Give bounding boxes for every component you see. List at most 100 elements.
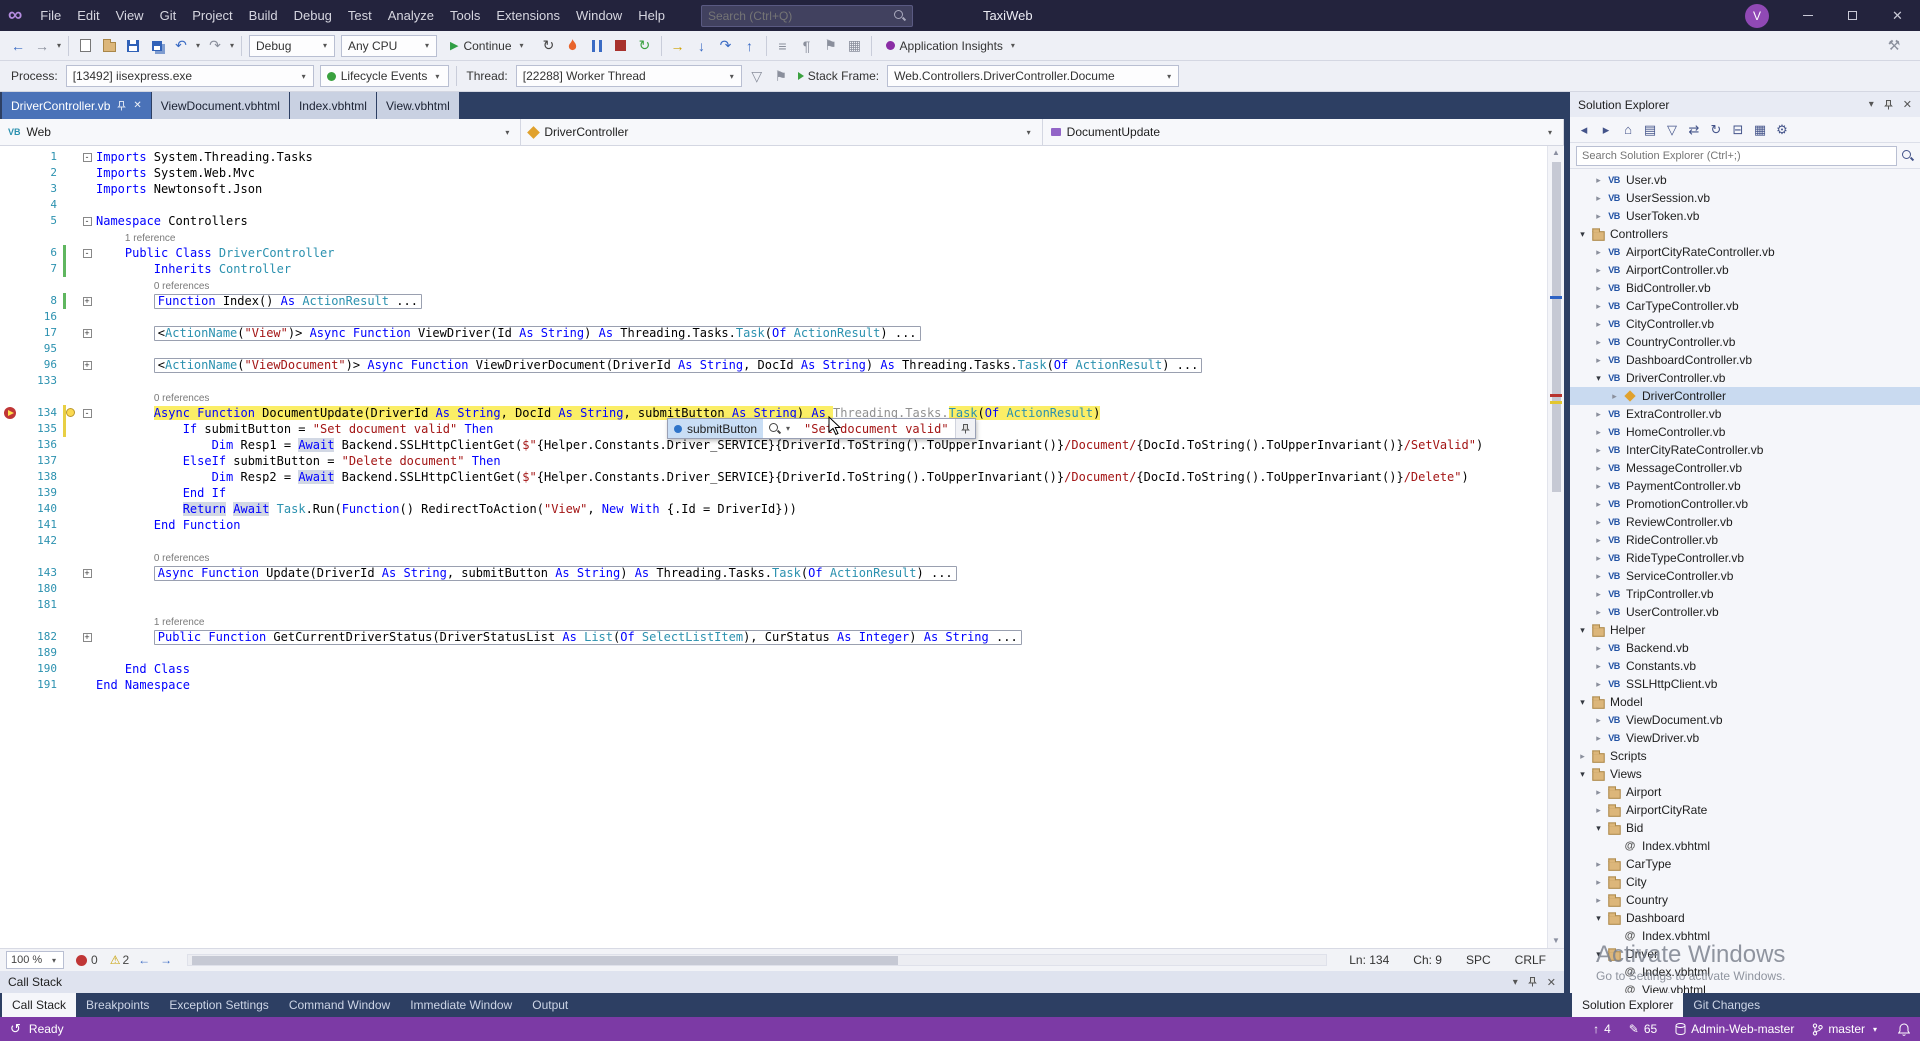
- menu-window[interactable]: Window: [568, 0, 630, 31]
- menu-edit[interactable]: Edit: [69, 0, 107, 31]
- code-text[interactable]: [96, 533, 1564, 549]
- breakpoint-margin[interactable]: [0, 261, 20, 277]
- sync-with-active-document-icon[interactable]: ⇄: [1684, 120, 1704, 140]
- type-dropdown[interactable]: DriverController ▾: [521, 119, 1043, 145]
- expand-arrow-icon[interactable]: ▸: [1592, 571, 1605, 582]
- expand-arrow-icon[interactable]: ▸: [1592, 553, 1605, 564]
- stop-icon[interactable]: [609, 34, 633, 58]
- collapse-arrow-icon[interactable]: ▾: [1576, 769, 1589, 780]
- expand-arrow-icon[interactable]: ▸: [1592, 337, 1605, 348]
- pin-icon[interactable]: [1883, 99, 1893, 110]
- fold-margin[interactable]: [78, 389, 96, 405]
- tree-item-intercityratecontroller-vb[interactable]: ▸ VB InterCityRateController.vb: [1570, 441, 1920, 459]
- zoom-combo[interactable]: 100 % ▾: [6, 951, 64, 969]
- tree-item-citycontroller-vb[interactable]: ▸ VB CityController.vb: [1570, 315, 1920, 333]
- nav-dropdown-icon[interactable]: ▾: [54, 41, 64, 50]
- code-text[interactable]: <ActionName("View")> Async Function View…: [96, 325, 1564, 341]
- code-text[interactable]: Async Function Update(DriverId As String…: [96, 565, 1564, 581]
- fold-margin[interactable]: -: [78, 149, 96, 165]
- switch-views-icon[interactable]: ▤: [1640, 120, 1660, 140]
- expand-arrow-icon[interactable]: ▸: [1608, 391, 1621, 402]
- tree-item-backend-vb[interactable]: ▸ VB Backend.vb: [1570, 639, 1920, 657]
- repository-button[interactable]: Admin-Web-master: [1675, 1022, 1794, 1036]
- process-combo[interactable]: [13492] iisexpress.exe ▾: [65, 65, 314, 87]
- line-structure-icon[interactable]: ≡: [771, 34, 795, 58]
- expand-arrow-icon[interactable]: ▸: [1592, 895, 1605, 906]
- pending-edits-button[interactable]: ✎ 65: [1629, 1022, 1657, 1036]
- filter-icon[interactable]: ▽: [1662, 120, 1682, 140]
- code-text[interactable]: End Class: [96, 661, 1564, 677]
- fold-margin[interactable]: [78, 661, 96, 677]
- fold-collapse-icon[interactable]: -: [82, 408, 92, 418]
- code-text[interactable]: 0 references: [96, 549, 1564, 565]
- breakpoint-margin[interactable]: [0, 373, 20, 389]
- account-avatar[interactable]: V: [1745, 3, 1769, 28]
- expand-arrow-icon[interactable]: ▸: [1576, 751, 1589, 762]
- fold-collapse-icon[interactable]: -: [82, 248, 92, 258]
- code-text[interactable]: End Function: [96, 517, 1564, 533]
- panel-tab-call-stack[interactable]: Call Stack: [2, 993, 77, 1017]
- breakpoint-margin[interactable]: [0, 165, 20, 181]
- tree-item-cartypecontroller-vb[interactable]: ▸ VB CarTypeController.vb: [1570, 297, 1920, 315]
- tree-item-homecontroller-vb[interactable]: ▸ VB HomeController.vb: [1570, 423, 1920, 441]
- breakpoint-margin[interactable]: [0, 181, 20, 197]
- restart-icon[interactable]: ↻: [537, 34, 561, 58]
- breakpoint-margin[interactable]: [0, 277, 20, 293]
- menu-view[interactable]: View: [108, 0, 152, 31]
- undo-icon[interactable]: ↶: [169, 34, 193, 58]
- tree-item-ridecontroller-vb[interactable]: ▸ VB RideController.vb: [1570, 531, 1920, 549]
- expand-arrow-icon[interactable]: ▸: [1592, 355, 1605, 366]
- tree-item-city[interactable]: ▸ City: [1570, 873, 1920, 891]
- breakpoint-margin[interactable]: [0, 533, 20, 549]
- code-text[interactable]: <ActionName("ViewDocument")> Async Funct…: [96, 357, 1564, 373]
- tree-item-messagecontroller-vb[interactable]: ▸ VB MessageController.vb: [1570, 459, 1920, 477]
- code-text[interactable]: [96, 597, 1564, 613]
- expand-arrow-icon[interactable]: ▸: [1592, 535, 1605, 546]
- tree-item-country[interactable]: ▸ Country: [1570, 891, 1920, 909]
- fold-margin[interactable]: [78, 485, 96, 501]
- tree-item-cartype[interactable]: ▸ CarType: [1570, 855, 1920, 873]
- restore-button[interactable]: [1830, 0, 1875, 31]
- fold-margin[interactable]: [78, 453, 96, 469]
- expand-arrow-icon[interactable]: ▸: [1592, 787, 1605, 798]
- code-text[interactable]: 0 references: [96, 389, 1564, 405]
- expand-arrow-icon[interactable]: ▸: [1592, 499, 1605, 510]
- solution-configurations-combo[interactable]: Debug ▾: [249, 34, 335, 57]
- tree-item-dashboardcontroller-vb[interactable]: ▸ VB DashboardController.vb: [1570, 351, 1920, 369]
- collapsed-member[interactable]: <ActionName("ViewDocument")> Async Funct…: [153, 358, 1203, 373]
- code-text[interactable]: Dim Resp2 = Await Backend.SSLHttpClientG…: [96, 469, 1564, 485]
- expand-arrow-icon[interactable]: ▸: [1592, 877, 1605, 888]
- fold-margin[interactable]: +: [78, 293, 96, 309]
- errors-icon[interactable]: [76, 954, 87, 966]
- se-tab-solution-explorer[interactable]: Solution Explorer: [1572, 993, 1684, 1017]
- expand-arrow-icon[interactable]: ▸: [1592, 805, 1605, 816]
- fold-margin[interactable]: [78, 581, 96, 597]
- expand-arrow-icon[interactable]: ▸: [1592, 463, 1605, 474]
- tree-item-viewdocument-vb[interactable]: ▸ VB ViewDocument.vb: [1570, 711, 1920, 729]
- collapse-arrow-icon[interactable]: ▾: [1592, 373, 1605, 384]
- tree-item-constants-vb[interactable]: ▸ VB Constants.vb: [1570, 657, 1920, 675]
- expand-arrow-icon[interactable]: ▸: [1592, 589, 1605, 600]
- fold-margin[interactable]: [78, 437, 96, 453]
- fold-margin[interactable]: [78, 501, 96, 517]
- breakpoint-margin[interactable]: [0, 677, 20, 693]
- panel-tab-exception-settings[interactable]: Exception Settings: [159, 993, 278, 1017]
- expand-arrow-icon[interactable]: ▸: [1592, 193, 1605, 204]
- menu-git[interactable]: Git: [152, 0, 185, 31]
- breakpoint-margin[interactable]: [0, 213, 20, 229]
- tree-item-reviewcontroller-vb[interactable]: ▸ VB ReviewController.vb: [1570, 513, 1920, 531]
- menu-debug[interactable]: Debug: [286, 0, 340, 31]
- expand-arrow-icon[interactable]: ▸: [1592, 607, 1605, 618]
- tree-item-airportcontroller-vb[interactable]: ▸ VB AirportController.vb: [1570, 261, 1920, 279]
- tree-item-sslhttpclient-vb[interactable]: ▸ VB SSLHttpClient.vb: [1570, 675, 1920, 693]
- tree-item-usercontroller-vb[interactable]: ▸ VB UserController.vb: [1570, 603, 1920, 621]
- panel-tab-breakpoints[interactable]: Breakpoints: [76, 993, 159, 1017]
- expand-arrow-icon[interactable]: ▸: [1592, 283, 1605, 294]
- restart-app-icon[interactable]: ↻: [633, 34, 657, 58]
- break-all-icon[interactable]: [585, 34, 609, 58]
- breakpoint-icon[interactable]: [4, 407, 16, 419]
- code-text[interactable]: Namespace Controllers: [96, 213, 1564, 229]
- fold-collapse-icon[interactable]: -: [82, 152, 92, 162]
- show-next-statement-icon[interactable]: →: [666, 34, 690, 58]
- expand-arrow-icon[interactable]: ▸: [1592, 427, 1605, 438]
